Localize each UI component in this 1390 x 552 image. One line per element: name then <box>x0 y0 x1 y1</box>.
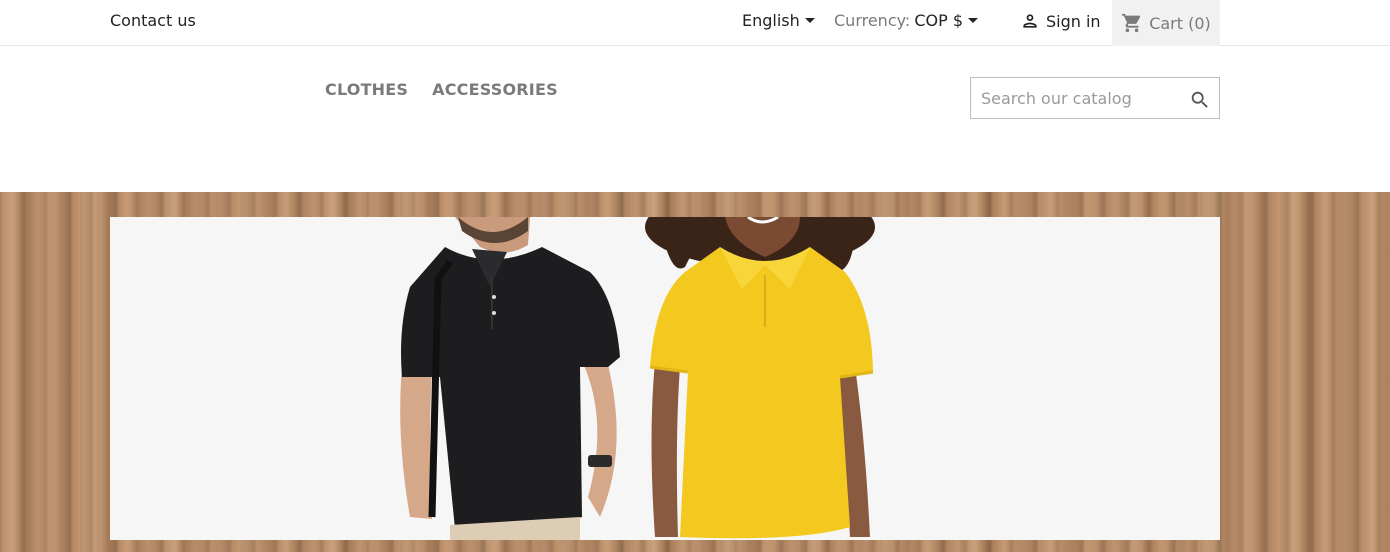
menu-item-clothes[interactable]: CLOTHES <box>325 80 408 99</box>
language-label: English <box>742 11 800 30</box>
cart-button[interactable]: Cart (0) <box>1112 0 1220 46</box>
search-input[interactable] <box>971 78 1181 118</box>
cart-label: Cart (0) <box>1149 13 1211 33</box>
currency-label: Currency: <box>834 11 911 30</box>
caret-down-icon <box>804 18 815 23</box>
search-widget <box>970 77 1220 119</box>
menu-item-accessories[interactable]: ACCESSORIES <box>432 80 558 99</box>
caret-down-icon <box>968 18 978 23</box>
hero-slide-image[interactable] <box>110 217 1220 540</box>
top-bar: Contact us English Currency: COP $ Sign … <box>0 0 1390 46</box>
search-icon[interactable] <box>1189 89 1211 111</box>
main-menu: CLOTHES ACCESSORIES <box>325 80 558 99</box>
language-selector[interactable]: English <box>742 11 815 30</box>
shopping-cart-icon <box>1122 13 1141 33</box>
person-icon <box>1023 14 1037 28</box>
people-in-polo-shirts-illustration <box>400 217 875 540</box>
sign-in-label: Sign in <box>1046 11 1101 31</box>
currency-value: COP $ <box>914 11 963 30</box>
contact-us-link[interactable]: Contact us <box>110 11 196 30</box>
sign-in-link[interactable]: Sign in <box>1020 11 1101 31</box>
currency-selector[interactable]: Currency: COP $ <box>834 11 978 30</box>
